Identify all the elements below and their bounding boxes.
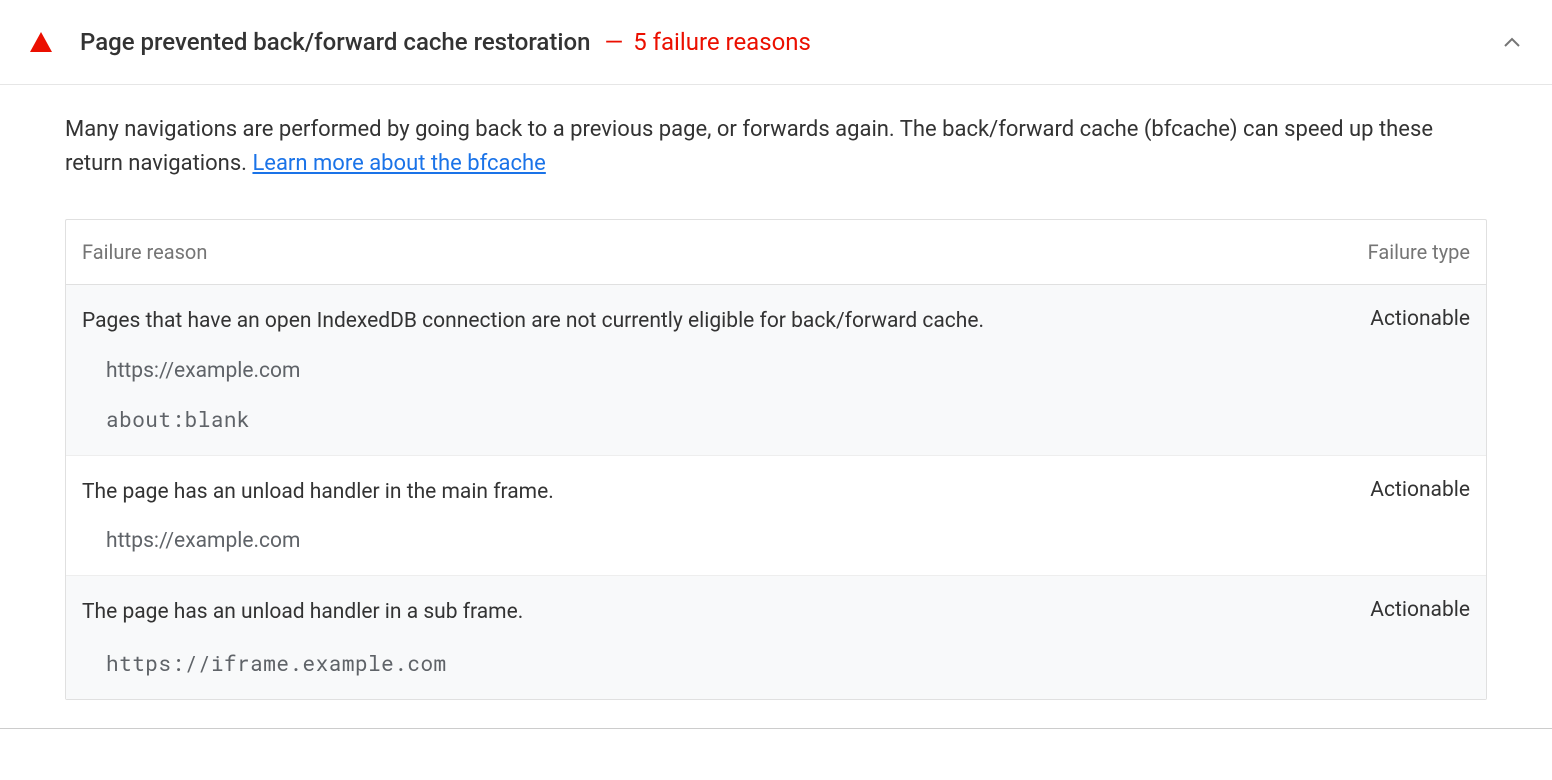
column-header-reason: Failure reason [82, 240, 207, 264]
warning-triangle-icon [30, 32, 52, 52]
audit-header[interactable]: Page prevented back/forward cache restor… [0, 0, 1552, 85]
failure-reason-text: The page has an unload handler in a sub … [82, 598, 1350, 627]
failure-type-text: Actionable [1370, 478, 1470, 502]
learn-more-link[interactable]: Learn more about the bfcache [252, 151, 545, 176]
table-row: Pages that have an open IndexedDB connec… [66, 285, 1486, 455]
failure-url: https://example.com [106, 529, 1470, 553]
table-header-row: Failure reason Failure type [66, 220, 1486, 285]
row-main: Pages that have an open IndexedDB connec… [82, 307, 1470, 336]
table-row: The page has an unload handler in a sub … [66, 576, 1486, 699]
audit-failure-count: 5 failure reasons [633, 28, 811, 56]
audit-dash: — [604, 28, 623, 56]
audit-content: Many navigations are performed by going … [0, 85, 1552, 700]
column-header-type: Failure type [1368, 240, 1470, 264]
row-main: The page has an unload handler in a sub … [82, 598, 1470, 627]
audit-title: Page prevented back/forward cache restor… [80, 28, 590, 56]
failure-url: about:blank [106, 405, 1470, 433]
chevron-up-icon[interactable] [1502, 32, 1522, 52]
audit-description: Many navigations are performed by going … [65, 113, 1487, 181]
row-main: The page has an unload handler in the ma… [82, 478, 1470, 507]
section-divider [0, 728, 1552, 729]
failure-type-text: Actionable [1370, 307, 1470, 331]
failure-reason-text: Pages that have an open IndexedDB connec… [82, 307, 1350, 336]
failure-url: https://example.com [106, 359, 1470, 383]
failure-url: https://iframe.example.com [106, 649, 1470, 677]
table-row: The page has an unload handler in the ma… [66, 456, 1486, 576]
failure-type-text: Actionable [1370, 598, 1470, 622]
failure-reason-text: The page has an unload handler in the ma… [82, 478, 1350, 507]
failure-url-list: https://example.com [82, 529, 1470, 553]
failure-url-list: https://iframe.example.com [82, 649, 1470, 677]
failure-url-list: https://example.com about:blank [82, 359, 1470, 433]
failure-table: Failure reason Failure type Pages that h… [65, 219, 1487, 700]
